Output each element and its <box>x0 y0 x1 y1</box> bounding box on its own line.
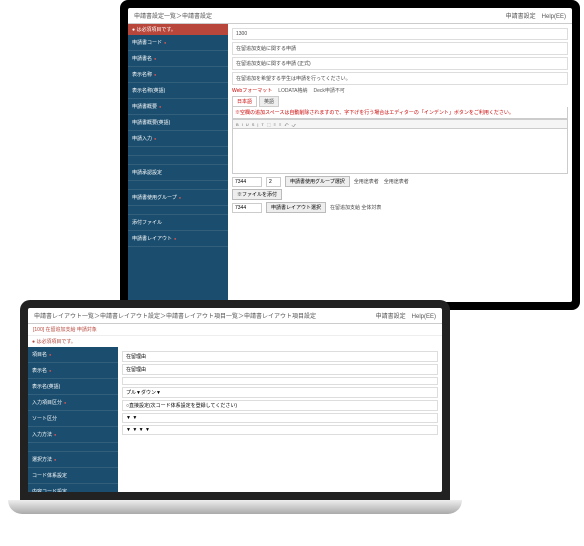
format-tabs: Webフォーマット LODATA格納 Deck申請不可 <box>232 87 568 94</box>
sidebar-item[interactable]: 表示名称(英語) <box>128 83 228 99</box>
group-select-button[interactable]: 申請書使用グループ選択 <box>285 176 350 187</box>
group-text: 全用途表者 全用途表者 <box>354 178 409 185</box>
header-right: 申請書設定 Help(EE) <box>506 11 566 20</box>
code-select[interactable]: ▼ ▼ <box>122 413 438 423</box>
sidebar-item[interactable]: コード体系設定 <box>28 468 118 484</box>
sidebar-item[interactable]: 表示名称 <box>128 67 228 83</box>
toolbar-icon[interactable]: ≡ <box>279 122 281 127</box>
main-panel: 1300 在留追加支給に関する申請 在留追加支給に関する申請 (正式) 在留追加… <box>228 24 572 302</box>
sidebar-item[interactable]: 選択方法 <box>28 452 118 468</box>
sidebar-item[interactable]: 入力方法 <box>28 427 118 443</box>
laptop-main: 在留理由 在留理由 プル▼ダウン▼ ○直接設定(次コード体系設定を登録してくださ… <box>118 347 442 492</box>
laptop: 申請書レイアウト一覧＞申請書レイアウト設定＞申請書レイアウト項目一覧＞申請書レイ… <box>20 300 450 530</box>
toolbar-icon[interactable]: U <box>246 122 249 127</box>
sidebar-item[interactable]: 表示名 <box>28 363 118 379</box>
laptop-content: 項目名表示名表示名(英語)入力項目区分ソート区分入力方法選択方法コード体系設定内… <box>28 347 442 492</box>
input-method-radio[interactable]: ○直接設定(次コード体系設定を登録してください) <box>122 400 438 411</box>
sidebar-item[interactable] <box>128 206 228 215</box>
group-code-input[interactable] <box>232 177 262 187</box>
code-field[interactable]: 1300 <box>232 28 568 40</box>
group-num-input[interactable] <box>266 177 281 187</box>
toolbar-icon[interactable]: | <box>257 122 258 127</box>
sidebar-item[interactable]: 申請書概要 <box>128 99 228 115</box>
format-tab[interactable]: Deck申請不可 <box>313 87 344 94</box>
editor-body[interactable] <box>232 129 568 174</box>
sidebar-item[interactable]: 申請書名 <box>128 51 228 67</box>
toolbar-icon[interactable]: T <box>261 122 263 127</box>
sidebar-item[interactable] <box>128 147 228 156</box>
display-name-input[interactable]: 在留理由 <box>122 364 438 375</box>
lang-tabs: 日本語英語 <box>232 96 568 107</box>
sidebar-item[interactable]: 申請入力 <box>128 131 228 147</box>
sidebar-item[interactable]: 項目名 <box>28 347 118 363</box>
field-name-input[interactable]: 在留理由 <box>122 351 438 362</box>
toolbar-icon[interactable]: B <box>236 122 239 127</box>
layout-row: 申請書レイアウト選択 在留追加支給 全体対表 <box>232 202 568 213</box>
laptop-lid: 申請書レイアウト一覧＞申請書レイアウト設定＞申請書レイアウト項目一覧＞申請書レイ… <box>20 300 450 500</box>
attach-row: ※ファイルを添付 <box>232 189 568 200</box>
title-field[interactable]: 在留追加支給に関する申請 <box>232 42 568 55</box>
layout-code-input[interactable] <box>232 203 262 213</box>
lang-tab[interactable]: 日本語 <box>232 96 257 107</box>
lang-tab[interactable]: 英語 <box>259 96 279 107</box>
sidebar-item[interactable]: 申請書概要(英語) <box>128 115 228 131</box>
sidebar-item[interactable]: ソート区分 <box>28 411 118 427</box>
desc-field[interactable]: 在留追加を希望する学生は申請を行ってください。 <box>232 72 568 85</box>
sidebar-item[interactable]: 申請書レイアウト <box>128 231 228 247</box>
sort-select[interactable]: プル▼ダウン▼ <box>122 387 438 398</box>
sidebar: ● は必須項目です。 申請書コード申請書名表示名称表示名称(英語)申請書概要申請… <box>128 24 228 302</box>
editor-toolbar: BIUS|T⬚≡≡⤺⤻ <box>232 119 568 129</box>
toolbar-icon[interactable]: I <box>242 122 243 127</box>
group-row: 申請書使用グループ選択 全用途表者 全用途表者 <box>232 176 568 187</box>
sub-title: [100] 在留追加支給 申請対象 <box>28 324 442 336</box>
toolbar-icon[interactable]: ⤻ <box>292 122 296 127</box>
sidebar-item[interactable]: 申請承認設定 <box>128 165 228 181</box>
layout-text: 在留追加支給 全体対表 <box>330 204 381 211</box>
sidebar-item[interactable] <box>28 443 118 452</box>
sidebar-item[interactable] <box>128 181 228 190</box>
laptop-screen: 申請書レイアウト一覧＞申請書レイアウト設定＞申請書レイアウト項目一覧＞申請書レイ… <box>28 308 442 492</box>
sidebar-item[interactable]: 申請書使用グループ <box>128 190 228 206</box>
laptop-sidebar: 項目名表示名表示名(英語)入力項目区分ソート区分入力方法選択方法コード体系設定内… <box>28 347 118 492</box>
attach-file-button[interactable]: ※ファイルを添付 <box>232 189 282 200</box>
display-name-en-input[interactable] <box>122 377 438 385</box>
sidebar-item[interactable]: 添付ファイル <box>128 215 228 231</box>
desktop-monitor: 申請書設定一覧＞申請書設定 申請書設定 Help(EE) ● は必須項目です。 … <box>120 0 580 310</box>
laptop-header: 申請書レイアウト一覧＞申請書レイアウト設定＞申請書レイアウト項目一覧＞申請書レイ… <box>28 308 442 324</box>
layout-select-button[interactable]: 申請書レイアウト選択 <box>266 202 326 213</box>
required-indicator: ● は必須項目です。 <box>28 336 442 347</box>
subtitle-field[interactable]: 在留追加支給に関する申請 (正式) <box>232 57 568 70</box>
breadcrumb: 申請書設定一覧＞申請書設定 <box>134 11 212 20</box>
editor-note: ※空欄の追加スペースは自動削除されますので、字下げを行う場合はエディターの「イン… <box>232 107 568 119</box>
toolbar-icon[interactable]: S <box>252 122 255 127</box>
page-header: 申請書設定一覧＞申請書設定 申請書設定 Help(EE) <box>128 8 572 24</box>
toolbar-icon[interactable]: ⤺ <box>284 122 288 127</box>
laptop-base <box>8 500 462 514</box>
sidebar-item[interactable] <box>128 156 228 165</box>
sidebar-item[interactable]: 表示名(英語) <box>28 379 118 395</box>
monitor-screen: 申請書設定一覧＞申請書設定 申請書設定 Help(EE) ● は必須項目です。 … <box>128 8 572 302</box>
toolbar-icon[interactable]: ≡ <box>274 122 276 127</box>
sidebar-item[interactable]: 内容コード設定 <box>28 484 118 492</box>
header-right: 申請書設定 Help(EE) <box>376 311 436 320</box>
format-tab[interactable]: Webフォーマット <box>232 87 272 94</box>
sidebar-item[interactable]: 入力項目区分 <box>28 395 118 411</box>
sidebar-item[interactable]: 申請書コード <box>128 35 228 51</box>
content-select[interactable]: ▼ ▼ ▼ ▼ <box>122 425 438 435</box>
content-area: ● は必須項目です。 申請書コード申請書名表示名称表示名称(英語)申請書概要申請… <box>128 24 572 302</box>
toolbar-icon[interactable]: ⬚ <box>267 122 271 127</box>
format-tab[interactable]: LODATA格納 <box>278 87 307 94</box>
required-indicator: ● は必須項目です。 <box>128 24 228 35</box>
breadcrumb: 申請書レイアウト一覧＞申請書レイアウト設定＞申請書レイアウト項目一覧＞申請書レイ… <box>34 311 316 320</box>
